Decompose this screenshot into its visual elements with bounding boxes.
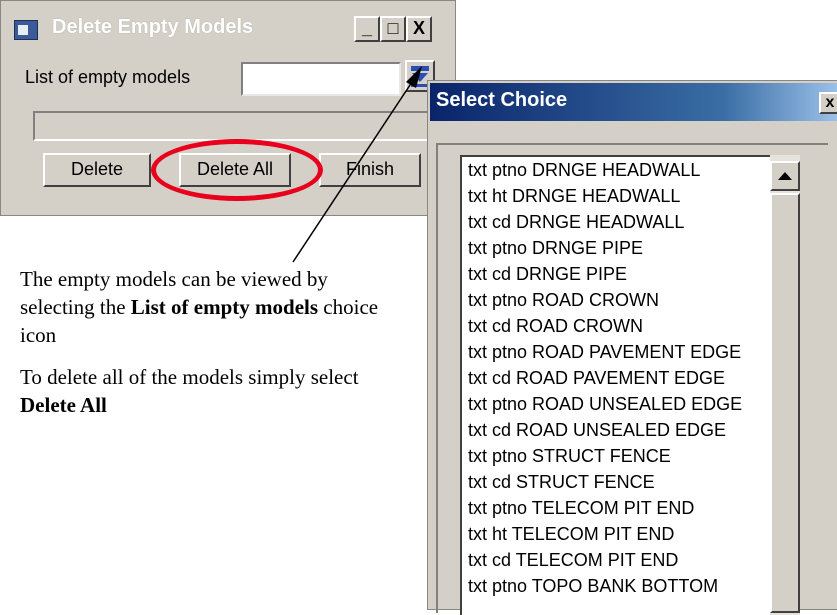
choice-list-item[interactable]: txt ptno TELECOM PIT END — [462, 495, 770, 521]
delete-dialog-titlebar[interactable]: Delete Empty Models _ □ X — [2, 2, 454, 56]
select-choice-titlebar[interactable]: Select Choice x — [430, 83, 837, 121]
choice-list-item[interactable]: txt ptno ROAD PAVEMENT EDGE — [462, 339, 770, 365]
close-button[interactable]: X — [406, 16, 432, 42]
scroll-up-button[interactable] — [770, 161, 800, 191]
list-of-empty-models-field[interactable] — [241, 62, 401, 96]
delete-empty-models-dialog: Delete Empty Models _ □ X List of empty … — [0, 0, 456, 216]
choice-list-item[interactable]: txt ptno DRNGE PIPE — [462, 235, 770, 261]
annotation-paragraph-1: The empty models can be viewed by select… — [20, 265, 400, 349]
choice-list-item[interactable]: txt cd ROAD PAVEMENT EDGE — [462, 365, 770, 391]
annotation-p2-bold: Delete All — [20, 393, 107, 417]
finish-button[interactable]: Finish — [319, 153, 421, 187]
choice-list-item[interactable]: txt cd DRNGE HEADWALL — [462, 209, 770, 235]
choice-list-item[interactable]: txt cd ROAD UNSEALED EDGE — [462, 417, 770, 443]
annotation-text: The empty models can be viewed by select… — [20, 265, 400, 433]
minimize-button[interactable]: _ — [354, 16, 380, 42]
choice-list-item[interactable]: txt ptno DRNGE HEADWALL — [462, 157, 770, 183]
choice-list-item[interactable]: txt ptno ROAD UNSEALED EDGE — [462, 391, 770, 417]
app-window-icon — [14, 20, 38, 40]
choice-listbox[interactable]: txt ptno DRNGE HEADWALL txt ht DRNGE HEAD… — [460, 155, 770, 615]
annotation-paragraph-2: To delete all of the models simply selec… — [20, 363, 400, 419]
annotation-p1-bold: List of empty models — [130, 295, 319, 319]
select-choice-dialog: Select Choice x txt ptno DRNGE HEADWALL t… — [427, 80, 837, 615]
list-of-empty-models-label: List of empty models — [25, 67, 191, 87]
choice-list-item[interactable]: txt ht TELECOM PIT END — [462, 521, 770, 547]
choice-list-item[interactable]: txt ptno TOPO BANK BOTTOM — [462, 573, 770, 599]
maximize-button[interactable]: □ — [380, 16, 406, 42]
select-choice-close-button[interactable]: x — [819, 92, 837, 114]
scroll-thumb[interactable] — [770, 193, 800, 613]
delete-dialog-title: Delete Empty Models — [52, 16, 254, 38]
choice-list-item[interactable]: txt ptno STRUCT FENCE — [462, 443, 770, 469]
choice-list-item[interactable]: txt ht DRNGE HEADWALL — [462, 183, 770, 209]
delete-button[interactable]: Delete — [43, 153, 151, 187]
triangle-up-icon — [778, 172, 792, 180]
select-choice-title: Select Choice — [436, 89, 568, 111]
choice-list-item[interactable]: txt cd DRNGE PIPE — [462, 261, 770, 287]
delete-all-highlight-ellipse — [151, 139, 323, 201]
annotation-p2-text-a: To delete all of the models simply selec… — [20, 365, 359, 389]
choice-list-item[interactable]: txt cd STRUCT FENCE — [462, 469, 770, 495]
choice-list-item[interactable]: txt cd ROAD CROWN — [462, 313, 770, 339]
choice-list-item[interactable]: txt cd TELECOM PIT END — [462, 547, 770, 573]
choice-list-item[interactable]: txt ptno ROAD CROWN — [462, 287, 770, 313]
status-field — [33, 111, 439, 141]
vertical-scrollbar[interactable] — [770, 155, 800, 615]
